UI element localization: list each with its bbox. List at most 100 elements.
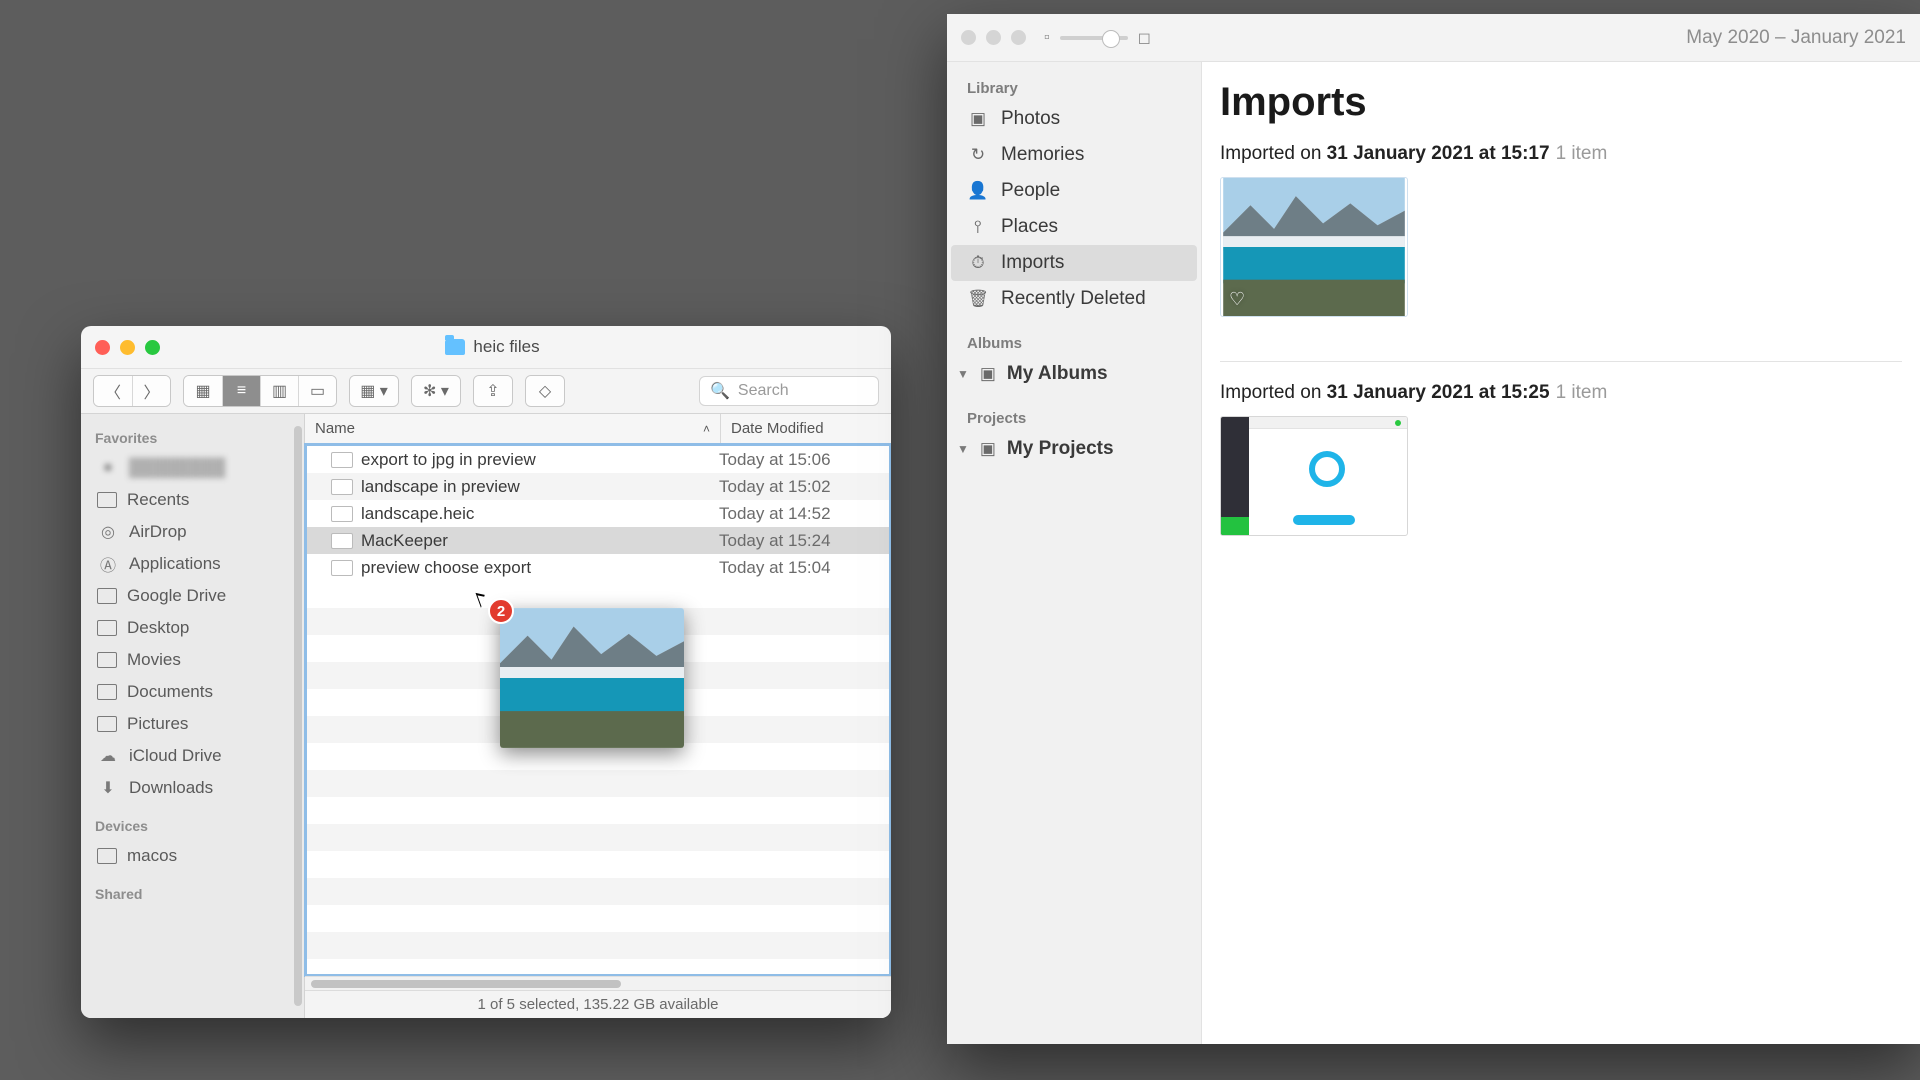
sidebar-header-devices: Devices (95, 818, 294, 834)
album-icon: ▣ (977, 363, 999, 385)
disclosure-triangle-icon[interactable]: ▼ (957, 367, 969, 381)
file-icon (331, 452, 353, 468)
finder-window: heic files 〈 〉 ▦ ≡ ▥ ▭ ▦ ▾ ✻ ▾ ⇪ ◇ 🔍 Sea… (81, 326, 891, 1018)
sidebar-item-pictures[interactable]: Pictures (91, 708, 298, 740)
maximize-icon[interactable] (145, 340, 160, 355)
people-icon: 👤 (967, 180, 989, 202)
imports-icon: ⏱ (967, 252, 989, 274)
search-input[interactable]: 🔍 Search (699, 376, 879, 406)
date-range: May 2020 – January 2021 (1686, 27, 1906, 49)
nav-back-forward: 〈 〉 (93, 375, 171, 407)
sidebar-header-albums: Albums (951, 331, 1197, 356)
finder-titlebar[interactable]: heic files (81, 326, 891, 368)
file-row[interactable]: preview choose exportToday at 15:04 (307, 554, 889, 581)
action-menu[interactable]: ✻ ▾ (411, 375, 461, 407)
trash-icon: 🗑 (967, 288, 989, 310)
sidebar-item-people[interactable]: 👤People (951, 173, 1197, 209)
horizontal-scrollbar[interactable] (305, 976, 891, 990)
sidebar-item-google-drive[interactable]: Google Drive (91, 580, 298, 612)
import-thumbnail[interactable]: ♡ (1220, 177, 1408, 317)
photos-titlebar[interactable]: ▫ ◻ May 2020 – January 2021 (947, 14, 1920, 62)
sidebar-header-favorites: Favorites (95, 430, 294, 446)
sidebar-item-desktop[interactable]: Desktop (91, 612, 298, 644)
disclosure-triangle-icon[interactable]: ▼ (957, 442, 969, 456)
column-date[interactable]: Date Modified (721, 414, 891, 443)
sort-caret-icon: ˄ (703, 422, 710, 436)
photos-window: ▫ ◻ May 2020 – January 2021 Library ▣Pho… (947, 14, 1920, 1044)
sidebar-item-photos[interactable]: ▣Photos (951, 101, 1197, 137)
small-size-icon[interactable]: ▫ (1044, 29, 1050, 47)
share-button[interactable]: ⇪ (473, 375, 513, 407)
cloud-icon: ☁ (97, 747, 119, 765)
file-icon (331, 479, 353, 495)
close-icon[interactable] (961, 30, 976, 45)
page-title: Imports (1220, 80, 1902, 125)
minimize-icon[interactable] (986, 30, 1001, 45)
file-row[interactable]: export to jpg in previewToday at 15:06 (307, 446, 889, 473)
sidebar-item-recents[interactable]: Recents (91, 484, 298, 516)
sidebar-scrollbar[interactable] (294, 426, 302, 1006)
arrange-menu[interactable]: ▦ ▾ (349, 375, 399, 407)
finder-toolbar: 〈 〉 ▦ ≡ ▥ ▭ ▦ ▾ ✻ ▾ ⇪ ◇ 🔍 Search (81, 368, 891, 414)
applications-icon: Ⓐ (97, 555, 119, 573)
file-row[interactable]: landscape.heicToday at 14:52 (307, 500, 889, 527)
search-placeholder: Search (738, 382, 789, 400)
sidebar-item-applications[interactable]: ⒶApplications (91, 548, 298, 580)
column-name[interactable]: Name ˄ (305, 414, 721, 443)
maximize-icon[interactable] (1011, 30, 1026, 45)
large-size-icon[interactable]: ◻ (1138, 28, 1151, 48)
back-button[interactable]: 〈 (94, 376, 132, 406)
sidebar-item-places[interactable]: ⫯Places (951, 209, 1197, 245)
sidebar-item-device-macos[interactable]: macos (91, 840, 298, 872)
gallery-view-button[interactable]: ▭ (298, 376, 336, 406)
forward-button[interactable]: 〉 (132, 376, 170, 406)
project-icon: ▣ (977, 438, 999, 460)
column-view-button[interactable]: ▥ (260, 376, 298, 406)
sidebar-item-movies[interactable]: Movies (91, 644, 298, 676)
size-slider[interactable] (1060, 36, 1128, 40)
folder-icon (445, 339, 465, 355)
finder-sidebar: Favorites ●████████ Recents ◎AirDrop ⒶAp… (81, 414, 305, 1018)
traffic-lights (95, 340, 160, 355)
file-icon (331, 506, 353, 522)
traffic-lights (961, 30, 1026, 45)
sidebar-item-imports[interactable]: ⏱Imports (951, 245, 1197, 281)
drag-preview (500, 608, 684, 748)
sidebar-header-library: Library (951, 76, 1197, 101)
close-icon[interactable] (95, 340, 110, 355)
import-group-header: Imported on 31 January 2021 at 15:251 it… (1220, 382, 1902, 404)
file-icon (331, 533, 353, 549)
column-headers: Name ˄ Date Modified (305, 414, 891, 444)
photos-main[interactable]: Imports Imported on 31 January 2021 at 1… (1202, 62, 1920, 1044)
file-row[interactable]: MacKeeperToday at 15:24 (307, 527, 889, 554)
sidebar-header-projects: Projects (951, 406, 1197, 431)
minimize-icon[interactable] (120, 340, 135, 355)
sidebar-item-memories[interactable]: ↻Memories (951, 137, 1197, 173)
import-group-header: Imported on 31 January 2021 at 15:171 it… (1220, 143, 1902, 165)
sidebar-item-downloads[interactable]: ⬇Downloads (91, 772, 298, 804)
window-title: heic files (168, 337, 817, 357)
icon-view-button[interactable]: ▦ (184, 376, 222, 406)
sidebar-item-my-projects[interactable]: ▼ ▣ My Projects (951, 431, 1197, 467)
photos-sidebar: Library ▣Photos ↻Memories 👤People ⫯Place… (947, 62, 1202, 1044)
landscape-thumbnail-icon (1221, 178, 1407, 316)
photos-icon: ▣ (967, 108, 989, 130)
sidebar-header-shared: Shared (95, 886, 294, 902)
airdrop-icon: ◎ (97, 523, 119, 541)
list-view-button[interactable]: ≡ (222, 376, 260, 406)
sidebar-item-airdrop[interactable]: ◎AirDrop (91, 516, 298, 548)
favorite-heart-icon[interactable]: ♡ (1229, 289, 1245, 310)
sidebar-item-documents[interactable]: Documents (91, 676, 298, 708)
landscape-thumbnail-icon (500, 608, 684, 748)
sidebar-item-blurred[interactable]: ●████████ (91, 452, 298, 484)
import-thumbnail[interactable] (1220, 416, 1408, 536)
sidebar-item-my-albums[interactable]: ▼ ▣ My Albums (951, 356, 1197, 392)
memories-icon: ↻ (967, 144, 989, 166)
search-icon: 🔍 (710, 381, 730, 401)
file-row[interactable]: landscape in previewToday at 15:02 (307, 473, 889, 500)
places-icon: ⫯ (967, 216, 989, 238)
sidebar-item-recently-deleted[interactable]: 🗑Recently Deleted (951, 281, 1197, 317)
tags-button[interactable]: ◇ (525, 375, 565, 407)
drag-count-badge: 2 (488, 598, 514, 624)
sidebar-item-icloud-drive[interactable]: ☁iCloud Drive (91, 740, 298, 772)
